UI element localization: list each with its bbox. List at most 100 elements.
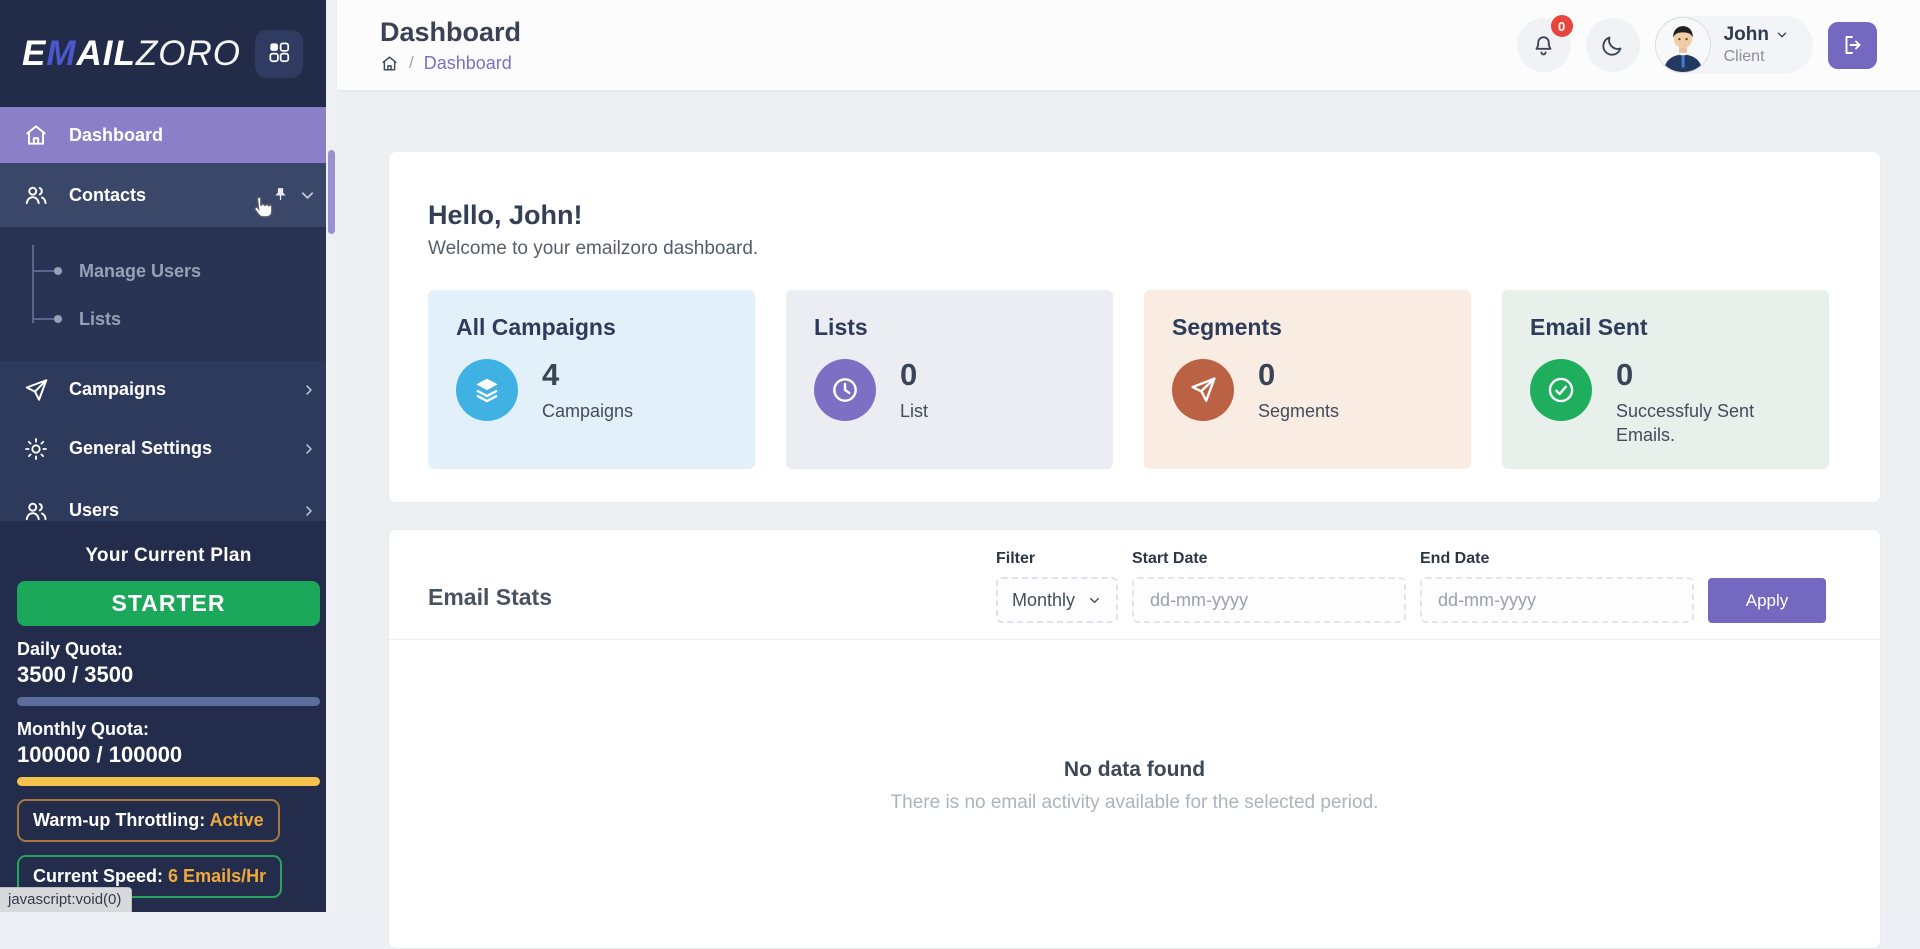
pin-icon[interactable] (271, 186, 290, 205)
filter-selected-value: Monthly (1012, 590, 1075, 611)
check-circle-icon (1530, 359, 1592, 421)
stat-card-label: List (900, 399, 928, 423)
chevron-right-icon (301, 441, 317, 457)
empty-state-message: There is no email activity available for… (389, 792, 1880, 814)
tree-connector (33, 318, 54, 320)
paper-plane-icon (1172, 359, 1234, 421)
notifications-button[interactable]: 0 (1517, 18, 1571, 72)
monthly-quota-progressbar (17, 777, 320, 786)
breadcrumb-home-icon[interactable] (380, 54, 399, 73)
sidebar-item-general-settings[interactable]: General Settings (0, 418, 337, 479)
stat-card-label: Segments (1258, 399, 1339, 423)
stat-card-lists[interactable]: Lists 0 List (786, 290, 1113, 469)
chevron-right-icon (301, 382, 317, 398)
end-date-input[interactable] (1420, 577, 1694, 623)
subitem-label: Manage Users (79, 261, 201, 282)
gear-icon (23, 436, 49, 462)
daily-quota-progressbar (17, 697, 320, 706)
menu-grid-toggle-button[interactable] (255, 30, 303, 78)
tree-connector (33, 270, 54, 272)
logout-icon (1841, 33, 1865, 57)
email-stats-panel: Email Stats Filter Monthly Start Date En… (388, 529, 1881, 949)
tree-dot (54, 315, 62, 323)
email-stats-filters: Filter Monthly Start Date End Date Apply (996, 550, 1826, 623)
page-title: Dashboard (380, 17, 521, 48)
apply-button[interactable]: Apply (1708, 578, 1826, 623)
bell-icon (1531, 33, 1556, 58)
filter-select[interactable]: Monthly (996, 577, 1118, 623)
sidebar-item-label: Campaigns (69, 379, 166, 400)
start-date-label: Start Date (1132, 550, 1406, 568)
sidebar-item-contacts[interactable]: Contacts (0, 163, 337, 227)
sidebar-subitem-lists[interactable]: Lists (0, 295, 337, 343)
sidebar-item-label: Contacts (69, 185, 146, 206)
stat-card-segments[interactable]: Segments 0 Segments (1144, 290, 1471, 469)
welcome-subtitle: Welcome to your emailzoro dashboard. (428, 238, 1841, 260)
sidebar-subitem-manage-users[interactable]: Manage Users (0, 247, 337, 295)
logo-part-accent: M (46, 34, 76, 73)
logout-button[interactable] (1828, 22, 1877, 69)
subitem-label: Lists (79, 309, 121, 330)
breadcrumb-current[interactable]: Dashboard (424, 53, 512, 74)
notification-count-badge: 0 (1551, 15, 1573, 37)
chevron-down-icon (1775, 28, 1789, 42)
logo-part: E (22, 34, 46, 73)
topbar: Dashboard / Dashboard 0 John Client (337, 0, 1920, 90)
daily-quota-value: 3500 / 3500 (17, 662, 320, 688)
stat-card-title: Email Sent (1530, 314, 1801, 341)
users-icon (23, 498, 49, 524)
layers-icon (456, 359, 518, 421)
sidebar-scrollbar-track[interactable] (326, 0, 337, 912)
sidebar-item-label: Users (69, 500, 119, 521)
moon-icon (1600, 33, 1625, 58)
warmup-label: Warm-up Throttling: (33, 810, 205, 830)
topbar-actions: 0 John Client (1517, 16, 1877, 74)
sidebar-item-dashboard[interactable]: Dashboard (0, 107, 337, 163)
sidebar-item-label: Dashboard (69, 125, 163, 146)
avatar (1655, 17, 1711, 73)
breadcrumb-separator: / (409, 53, 414, 73)
dark-mode-toggle-button[interactable] (1586, 18, 1640, 72)
page-head: Dashboard / Dashboard (380, 17, 521, 74)
grid-icon (266, 39, 292, 68)
email-stats-header: Email Stats Filter Monthly Start Date En… (389, 530, 1880, 640)
speed-value: 6 Emails/Hr (168, 866, 266, 886)
stat-card-value: 0 (1616, 359, 1801, 390)
logo-part: AIL (77, 34, 136, 73)
breadcrumb: / Dashboard (380, 53, 521, 74)
plan-title: Your Current Plan (17, 545, 320, 567)
current-plan-panel: Your Current Plan STARTER Daily Quota: 3… (0, 521, 337, 912)
user-role: Client (1724, 48, 1789, 66)
stat-card-value: 0 (1258, 359, 1339, 390)
status-bar-link-hint: javascript:void(0) (0, 887, 132, 912)
monthly-quota-value: 100000 / 100000 (17, 742, 320, 768)
contacts-icon (23, 182, 49, 208)
monthly-quota-label: Monthly Quota: (17, 719, 320, 740)
sidebar-header: EMAILZORO (0, 0, 337, 107)
stat-card-value: 0 (900, 359, 928, 390)
contacts-submenu: Manage Users Lists (0, 227, 337, 361)
stat-card-title: Lists (814, 314, 1085, 341)
sidebar-scrollbar-thumb[interactable] (328, 150, 335, 234)
speed-label: Current Speed: (33, 866, 163, 886)
email-stats-title: Email Stats (428, 584, 552, 611)
user-name: John (1724, 24, 1769, 46)
user-menu[interactable]: John Client (1655, 16, 1813, 74)
start-date-input[interactable] (1132, 577, 1406, 623)
sidebar-item-campaigns[interactable]: Campaigns (0, 361, 337, 418)
empty-state-title: No data found (389, 758, 1880, 782)
plan-name-button[interactable]: STARTER (17, 581, 320, 626)
stat-card-email-sent[interactable]: Email Sent 0 Successfuly Sent Emails. (1502, 290, 1829, 469)
stat-card-title: Segments (1172, 314, 1443, 341)
logo-part-light: ZORO (136, 34, 241, 73)
chevron-right-icon (301, 503, 317, 519)
daily-quota-label: Daily Quota: (17, 639, 320, 660)
stat-card-all-campaigns[interactable]: All Campaigns 4 Campaigns (428, 290, 755, 469)
app-logo[interactable]: EMAILZORO (22, 34, 241, 74)
welcome-panel: Hello, John! Welcome to your emailzoro d… (388, 151, 1881, 503)
end-date-label: End Date (1420, 550, 1694, 568)
filter-label: Filter (996, 550, 1118, 568)
contacts-controls (271, 186, 317, 205)
chevron-down-icon[interactable] (298, 186, 317, 205)
stat-card-value: 4 (542, 359, 633, 390)
